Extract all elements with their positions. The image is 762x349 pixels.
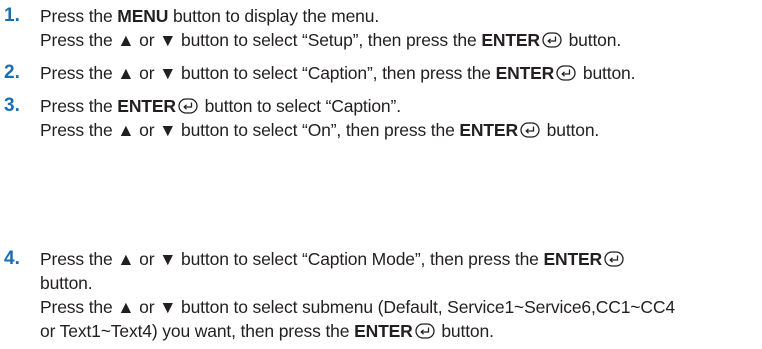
instruction-line: Press the MENU button to display the men… <box>40 4 758 28</box>
instruction-line: Press the ▲ or ▼ button to select “Setup… <box>40 28 758 52</box>
bold-keyword: ENTER <box>459 120 518 140</box>
enter-icon <box>542 32 564 48</box>
enter-icon <box>556 65 578 81</box>
instruction-line: Press the ENTER button to select “Captio… <box>40 94 758 118</box>
instruction-line: or Text1~Text4) you want, then press the… <box>40 319 758 343</box>
instruction-text: Press the <box>40 96 118 116</box>
instruction-text: button. <box>40 273 93 293</box>
bold-keyword: ENTER <box>495 63 555 83</box>
step-text: Press the ▲ or ▼ button to select “Capti… <box>40 247 758 343</box>
enter-icon <box>604 251 626 267</box>
instruction-text: button. <box>578 63 636 83</box>
bold-keyword: ENTER <box>481 30 540 50</box>
instruction-text: Press the <box>40 6 118 26</box>
instruction-text: Press the ▲ or ▼ button to select “Setup… <box>40 30 482 50</box>
instruction-text: button to display the menu. <box>168 6 380 26</box>
bold-keyword: MENU <box>117 6 169 26</box>
instruction-text: Press the ▲ or ▼ button to select “Capti… <box>40 63 496 83</box>
instruction-text: or Text1~Text4) you want, then press the <box>40 321 355 341</box>
step-number: 4. <box>4 248 20 269</box>
instruction-line: Press the ▲ or ▼ button to select “On”, … <box>40 118 758 142</box>
step-text: Press the MENU button to display the men… <box>40 4 758 52</box>
instruction-text: Press the ▲ or ▼ button to select submen… <box>40 297 675 317</box>
instruction-text: button to select “Caption”. <box>199 96 402 116</box>
bold-keyword: ENTER <box>117 96 176 116</box>
step-number: 1. <box>4 5 20 26</box>
enter-icon <box>414 323 437 339</box>
instruction-text: button. <box>563 30 622 50</box>
instruction-line: Press the ▲ or ▼ button to select submen… <box>40 295 758 319</box>
instruction-line: button. <box>40 271 758 295</box>
step-number: 2. <box>4 62 20 83</box>
instruction-text: button. <box>436 321 494 341</box>
instruction-text: Press the ▲ or ▼ button to select “Capti… <box>40 249 544 269</box>
instruction-line: Press the ▲ or ▼ button to select “Capti… <box>40 247 758 271</box>
step-text: Press the ENTER button to select “Captio… <box>40 94 758 142</box>
step-number: 3. <box>4 95 20 116</box>
bold-keyword: ENTER <box>354 321 413 341</box>
instruction-text: Press the ▲ or ▼ button to select “On”, … <box>40 120 460 140</box>
step-text: Press the ▲ or ▼ button to select “Capti… <box>40 61 758 85</box>
enter-icon <box>178 98 200 114</box>
instruction-line: Press the ▲ or ▼ button to select “Capti… <box>40 61 758 85</box>
instruction-text: button. <box>541 120 600 140</box>
enter-icon <box>520 122 542 138</box>
bold-keyword: ENTER <box>543 249 603 269</box>
